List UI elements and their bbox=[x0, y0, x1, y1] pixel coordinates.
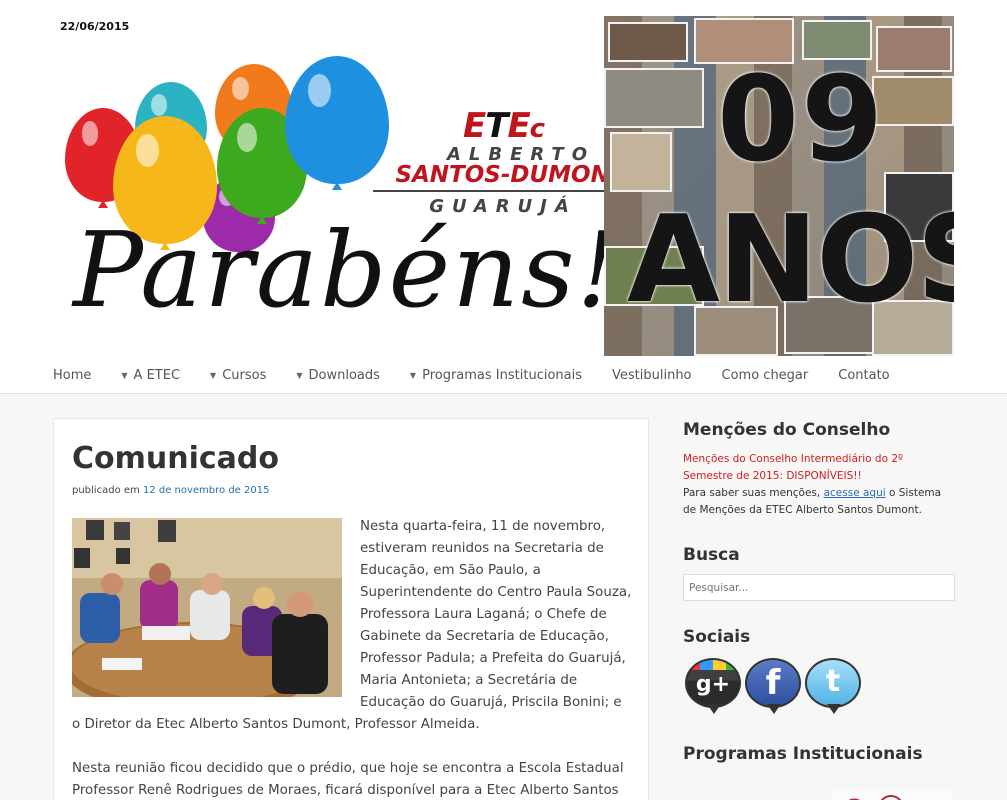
nav-item-contato[interactable]: Contato bbox=[838, 368, 889, 383]
etec-logo: ETEc bbox=[463, 106, 545, 146]
post-body: Nesta quarta-feira, 11 de novembro, esti… bbox=[72, 516, 632, 800]
nav-item-label: Cursos bbox=[222, 368, 267, 383]
sociais-title: Sociais bbox=[683, 627, 751, 647]
banner-date: 22/06/2015 bbox=[60, 20, 130, 33]
logo-letter-e2: E bbox=[507, 106, 530, 146]
dropdown-arrow-icon: ▼ bbox=[210, 371, 217, 380]
logo-letter-c: c bbox=[529, 114, 545, 144]
logo-letter-e1: E bbox=[463, 106, 486, 146]
twitter-icon[interactable]: t bbox=[805, 658, 861, 716]
post-article: Comunicado publicado em 12 de novembro d… bbox=[53, 418, 649, 800]
post-title[interactable]: Comunicado bbox=[72, 441, 279, 476]
post-meta: publicado em 12 de novembro de 2015 bbox=[72, 485, 269, 496]
nav-item-label: Programas Institucionais bbox=[422, 368, 582, 383]
post-meta-prefix: publicado em bbox=[72, 485, 140, 496]
post-paragraph-2: Nesta reunião ficou decidido que o prédi… bbox=[72, 761, 624, 798]
post-date-link[interactable]: 12 de novembro de 2015 bbox=[143, 485, 270, 496]
programas-logo bbox=[833, 790, 953, 800]
nav-item-label: Como chegar bbox=[721, 368, 809, 383]
nav-item-vestibulinho[interactable]: Vestibulinho bbox=[612, 368, 692, 383]
header-banner[interactable]: 22/06/2015 Parabéns! ETEc ALBERTO SANTOS… bbox=[53, 16, 954, 356]
school-name-line3: GUARUJÁ bbox=[429, 196, 577, 217]
programas-title: Programas Institucionais bbox=[683, 744, 923, 764]
nav-list: Home ▼ A ETEC ▼ Cursos ▼ Downloads ▼ Programas I… bbox=[53, 368, 920, 383]
nav-item-programas-institucionais[interactable]: ▼ Programas Institucionais bbox=[410, 368, 582, 383]
search-input[interactable] bbox=[683, 574, 955, 601]
google-plus-icon[interactable]: g+ bbox=[685, 658, 741, 716]
nav-item-a-etec[interactable]: ▼ A ETEC bbox=[121, 368, 180, 383]
nav-item-cursos[interactable]: ▼ Cursos bbox=[210, 368, 266, 383]
mencoes-text: Para saber suas menções, acesse aqui o S… bbox=[683, 485, 955, 519]
logo-letter-t: T bbox=[485, 106, 508, 146]
mencoes-alert: Menções do Conselho Intermediário do 2º … bbox=[683, 453, 903, 482]
nav-item-downloads[interactable]: ▼ Downloads bbox=[296, 368, 380, 383]
dropdown-arrow-icon: ▼ bbox=[296, 371, 303, 380]
parabens-text: Parabéns! bbox=[73, 209, 621, 331]
dropdown-arrow-icon: ▼ bbox=[409, 371, 417, 380]
mencoes-link[interactable]: acesse aqui bbox=[824, 487, 886, 499]
nav-item-label: Contato bbox=[838, 368, 890, 383]
anos-word: ANOS bbox=[627, 191, 954, 330]
nav-item-como-chegar[interactable]: Como chegar bbox=[722, 368, 809, 383]
dropdown-arrow-icon: ▼ bbox=[121, 371, 128, 380]
nav-item-label: Vestibulinho bbox=[612, 368, 692, 383]
anos-number: 09 bbox=[717, 50, 886, 188]
busca-title: Busca bbox=[683, 545, 740, 565]
nav-item-label: A ETEC bbox=[133, 368, 181, 383]
nav-item-label: Home bbox=[53, 368, 92, 383]
programas-image[interactable] bbox=[833, 790, 953, 800]
mencoes-text-before: Para saber suas menções, bbox=[683, 487, 824, 499]
main-nav: Home ▼ A ETEC ▼ Cursos ▼ Downloads ▼ Programas I… bbox=[0, 356, 1007, 394]
nav-item-home[interactable]: Home bbox=[53, 368, 91, 383]
nav-item-label: Downloads bbox=[308, 368, 380, 383]
facebook-icon[interactable]: f bbox=[745, 658, 801, 716]
mencoes-title: Menções do Conselho bbox=[683, 420, 891, 440]
